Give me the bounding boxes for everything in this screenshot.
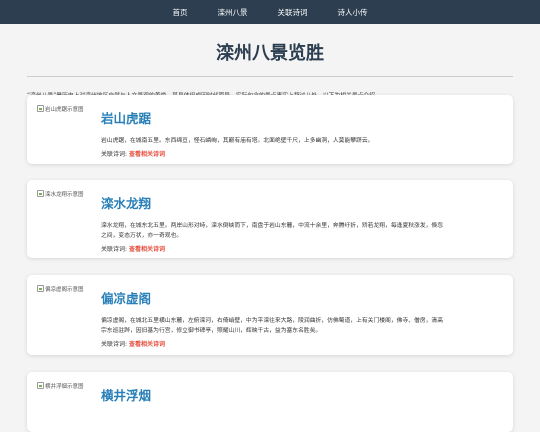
related-poems-link[interactable]: 查看相关诗词 [129, 341, 165, 348]
scene-title: 岩山虎踞 [101, 111, 152, 126]
scene-card: 横井浮烟示意图 横井浮烟 [27, 372, 513, 432]
top-navigation: 首页 滦州八景 关联诗词 诗人小传 [0, 0, 540, 24]
scene-title: 偏凉虚阁 [101, 291, 152, 306]
nav-poems[interactable]: 关联诗词 [278, 7, 308, 18]
scene-card: 岩山虎踞示意图 岩山虎踞 岩山虎踞，在城南五里。东西绵亘，怪石嶙峋，其巅有庙有塔… [27, 95, 513, 164]
scene-image: 偏凉虚阁示意图 [37, 285, 101, 345]
page-title: 滦州八景览胜 [27, 24, 513, 77]
main-content: 滦州八景览胜 “滦州八景”是历史上对滦州地区自然与人文景观的美誉，其具体组成因时… [27, 24, 513, 101]
scene-image: 滦水龙翔示意图 [37, 190, 101, 248]
scene-image: 岩山虎踞示意图 [37, 105, 101, 154]
broken-image-icon [37, 190, 44, 197]
scene-title: 滦水龙翔 [101, 196, 152, 211]
related-poems-link[interactable]: 查看相关诗词 [129, 151, 165, 158]
broken-image-icon [37, 382, 44, 389]
related-poems: 关联诗词: 查看相关诗词 [101, 246, 165, 254]
nav-poets[interactable]: 诗人小传 [338, 7, 368, 18]
broken-image-icon [37, 285, 44, 292]
image-alt: 岩山虎踞示意图 [45, 107, 84, 113]
nav-home[interactable]: 首页 [173, 7, 188, 18]
scene-description: 偏凉虚阁，在城北五里横山东麓，左俯滦河，右倚峭壁，中为平滦往来大路，陵润曲折，仿… [101, 318, 444, 335]
broken-image-icon [37, 105, 44, 112]
nav-eight-scenes[interactable]: 滦州八景 [218, 7, 248, 18]
scene-description: 滦水龙翔，在城东北五里。两岸山形对峙，滦水倒峡而下，南盘于岩山东麓，中流十余里，… [101, 223, 444, 240]
related-poems: 关联诗词: 查看相关诗词 [101, 341, 165, 349]
scene-title: 横井浮烟 [101, 388, 152, 403]
image-alt: 偏凉虚阁示意图 [45, 287, 84, 293]
related-poems: 关联诗词: 查看相关诗词 [101, 151, 165, 159]
scene-card: 偏凉虚阁示意图 偏凉虚阁 偏凉虚阁，在城北五里横山东麓，左俯滦河，右倚峭壁，中为… [27, 275, 513, 355]
scene-card: 滦水龙翔示意图 滦水龙翔 滦水龙翔，在城东北五里。两岸山形对峙，滦水倒峡而下，南… [27, 180, 513, 258]
image-alt: 横井浮烟示意图 [45, 384, 84, 390]
image-alt: 滦水龙翔示意图 [45, 192, 84, 198]
scene-description: 岩山虎踞，在城南五里。东西绵亘，怪石嶙峋，其巅有庙有塔。北面绝壁千尺，上多幽洞，… [101, 138, 374, 144]
related-poems-link[interactable]: 查看相关诗词 [129, 246, 165, 253]
scene-image: 横井浮烟示意图 [37, 382, 101, 422]
